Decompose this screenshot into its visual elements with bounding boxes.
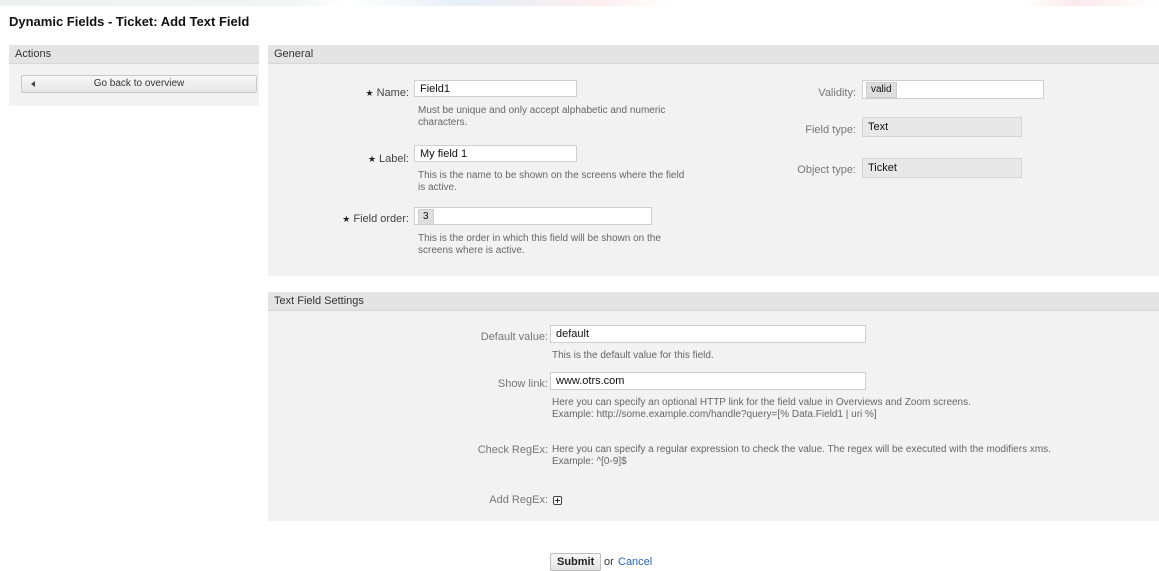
text-field-settings-panel: Text Field Settings Default value: This … <box>268 292 1159 521</box>
object-type-value: Ticket <box>862 158 1022 178</box>
label-input[interactable] <box>414 145 577 162</box>
check-regex-label: Check RegEx: <box>477 444 548 456</box>
cancel-link[interactable]: Cancel <box>618 556 652 568</box>
required-star-icon: ★ <box>342 214 351 224</box>
plus-square-icon[interactable] <box>553 496 562 505</box>
name-input[interactable] <box>414 80 577 97</box>
add-regex-label: Add RegEx: <box>489 494 548 506</box>
field-type-value: Text <box>862 117 1022 137</box>
general-panel: General ★Name: Must be unique and only a… <box>268 45 1159 276</box>
default-value-input[interactable] <box>550 325 866 343</box>
triangle-left-icon <box>31 81 35 87</box>
object-type-label: Object type: <box>797 164 856 176</box>
required-star-icon: ★ <box>365 88 374 98</box>
field-order-input[interactable]: 3 <box>414 207 652 225</box>
general-header: General <box>268 45 1159 64</box>
label-label: ★ Label: <box>367 153 409 165</box>
actions-header: Actions <box>9 45 259 64</box>
show-link-input[interactable] <box>550 372 866 390</box>
name-label: ★ Name: <box>365 87 409 99</box>
field-type-label: Field type: <box>805 124 856 136</box>
field-order-hint: This is the order in which this field wi… <box>418 233 661 256</box>
page-title: Dynamic Fields - Ticket: Add Text Field <box>9 14 250 29</box>
show-link-hint: Here you can specify an optional HTTP li… <box>552 397 971 420</box>
check-regex-hint: Here you can specify a regular expressio… <box>552 444 1051 467</box>
go-back-label: Go back to overview <box>93 78 185 89</box>
submit-button[interactable]: Submit <box>550 553 602 571</box>
validity-value: valid <box>866 82 897 98</box>
default-value-hint: This is the default value for this field… <box>552 350 714 361</box>
validity-select[interactable]: valid <box>862 80 1044 99</box>
field-order-label: ★ Field order: <box>342 213 409 225</box>
label-hint: This is the name to be shown on the scre… <box>418 170 685 193</box>
header-banner <box>0 0 1159 6</box>
default-value-label: Default value: <box>480 331 548 343</box>
field-order-value: 3 <box>418 209 434 225</box>
validity-label: Validity: <box>818 87 856 99</box>
or-text: or <box>604 556 614 568</box>
required-star-icon: ★ <box>367 154 377 164</box>
name-hint: Must be unique and only accept alphabeti… <box>418 105 666 128</box>
text-settings-header: Text Field Settings <box>268 292 1159 311</box>
go-back-button[interactable]: Go back to overview <box>21 75 257 93</box>
actions-sidebar: Actions Go back to overview <box>9 45 259 106</box>
show-link-label: Show link: <box>497 378 548 390</box>
